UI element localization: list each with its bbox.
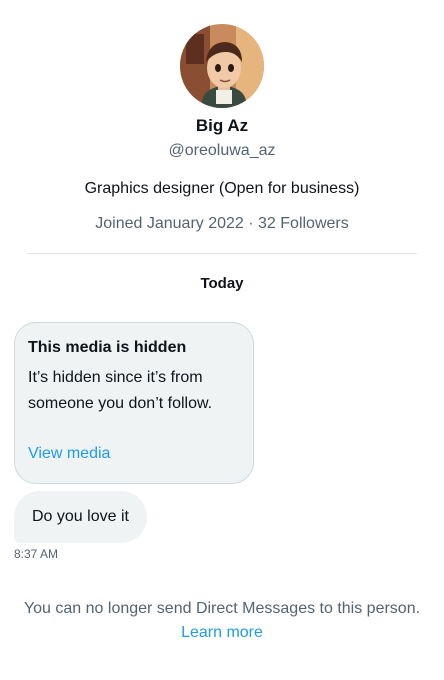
message-bubble[interactable]: Do you love it: [14, 491, 147, 543]
hidden-media-title: This media is hidden: [28, 339, 187, 356]
profile-display-name[interactable]: Big Az: [0, 116, 444, 136]
date-separator: Today: [200, 275, 244, 292]
view-media-link[interactable]: View media: [28, 445, 110, 463]
profile-handle: @oreoluwa_az: [168, 142, 276, 159]
hidden-media-card: This media is hidden It’s hidden since i…: [14, 322, 254, 484]
message-text: Do you love it: [32, 508, 129, 525]
message-timestamp: 8:37 AM: [14, 547, 59, 561]
profile-avatar[interactable]: [180, 24, 264, 108]
profile-meta: Joined January 2022 · 32 Followers: [95, 215, 349, 232]
avatar-illustration-icon: [180, 24, 264, 108]
header-divider: [27, 253, 417, 254]
hidden-media-description: It’s hidden since it’s from someone you …: [28, 369, 213, 412]
learn-more-link[interactable]: Learn more: [181, 624, 263, 641]
notice-text: You can no longer send Direct Messages t…: [23, 600, 421, 617]
profile-bio: Graphics designer (Open for business): [84, 180, 360, 197]
dm-conversation-screen: Big Az @oreoluwa_az Graphics designer (O…: [0, 0, 444, 680]
dm-restriction-notice: You can no longer send Direct Messages t…: [20, 597, 424, 645]
